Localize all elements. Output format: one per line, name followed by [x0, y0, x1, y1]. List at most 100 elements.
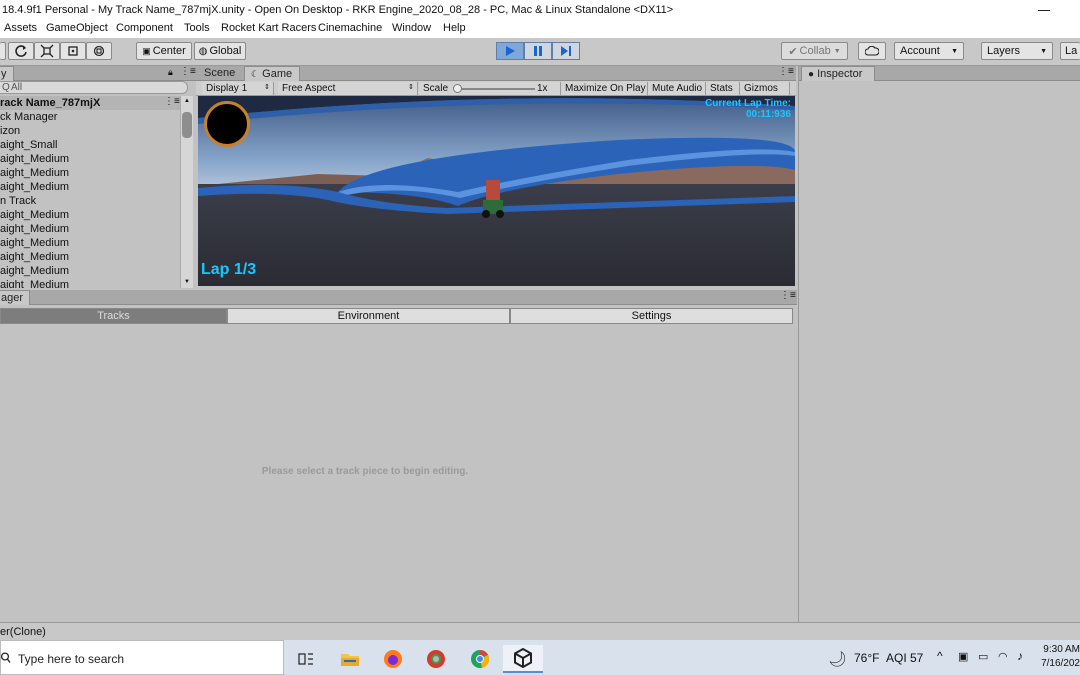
tab-environment[interactable]: Environment — [227, 308, 510, 324]
layout-dropdown[interactable]: La — [1060, 42, 1080, 60]
scale-slider[interactable]: Scale 1x — [419, 82, 561, 95]
menu-window[interactable]: Window — [392, 22, 431, 34]
clock-date: 7/16/202 — [1041, 658, 1080, 669]
tab-scene[interactable]: Scene — [198, 66, 241, 81]
unity-icon[interactable] — [503, 645, 543, 673]
list-item[interactable]: aight_Medium — [0, 167, 69, 179]
track-manager-tabstrip: ager ⋮≡ — [0, 290, 797, 305]
hierarchy-scene-root[interactable]: rack Name_787mjX ⋮≡ — [0, 96, 180, 110]
view-tabstrip: Scene ☾ Game ⋮≡ — [196, 66, 796, 81]
rotate-icon — [15, 45, 27, 57]
rotate-tool-button[interactable] — [8, 42, 34, 60]
tab-inspector[interactable]: ● Inspector — [801, 66, 875, 81]
list-item[interactable]: aight_Medium — [0, 209, 69, 221]
pivot-center-button[interactable]: ▣ Center — [136, 42, 192, 60]
track-manager-message: Please select a track piece to begin edi… — [261, 466, 469, 477]
speaker-icon[interactable]: ♪ — [1017, 649, 1023, 663]
chrome-dev-icon[interactable] — [416, 645, 456, 673]
game-controller-icon: ☾ — [251, 69, 260, 79]
hierarchy-scrollbar[interactable]: ▲ ▼ — [180, 96, 193, 288]
maximize-on-play-toggle[interactable]: Maximize On Play — [561, 82, 648, 95]
center-icon: ▣ — [142, 45, 151, 56]
slider-track — [455, 88, 535, 90]
aspect-dropdown[interactable]: Free Aspect ⇕ — [278, 82, 418, 95]
slider-thumb[interactable] — [453, 84, 462, 93]
minimize-button[interactable] — [1030, 0, 1060, 20]
aqi-value[interactable]: AQI 57 — [886, 651, 923, 665]
transform-icon — [93, 45, 105, 57]
clock-time: 9:30 AM — [1043, 644, 1080, 655]
list-item[interactable]: aight_Medium — [0, 181, 69, 193]
panel-menu-icon[interactable]: ⋮≡ — [778, 66, 794, 77]
chevron-up-icon[interactable]: ^ — [937, 649, 943, 663]
list-item[interactable]: ck Manager — [0, 111, 57, 123]
menu-component[interactable]: Component — [116, 22, 173, 34]
task-view-icon[interactable] — [286, 645, 326, 673]
transform-tool-button[interactable] — [86, 42, 112, 60]
stats-toggle[interactable]: Stats — [706, 82, 740, 95]
dropdown-arrows-icon: ⇕ — [264, 84, 270, 91]
list-item[interactable]: aight_Medium — [0, 265, 69, 277]
list-item[interactable]: aight_Medium — [0, 279, 69, 288]
status-bar: er(Clone) — [0, 622, 1080, 640]
menu-gameobject[interactable]: GameObject — [46, 22, 108, 34]
lock-icon[interactable]: 🔒︎ — [168, 67, 173, 78]
taskbar-search-input[interactable]: Type here to search — [0, 640, 284, 675]
battery-icon[interactable]: ▭ — [978, 650, 988, 663]
scrollbar-thumb[interactable] — [182, 112, 192, 138]
inspector-panel: ● Inspector — [798, 66, 1080, 622]
menu-rocket-kart-racers[interactable]: Rocket Kart Racers — [221, 22, 316, 34]
list-item[interactable]: aight_Medium — [0, 237, 69, 249]
rect-tool-button[interactable] — [60, 42, 86, 60]
menu-assets[interactable]: Assets — [4, 22, 37, 34]
weather-temp[interactable]: 76°F — [854, 651, 879, 665]
clock[interactable]: 9:30 AM 7/16/202 — [1038, 643, 1080, 671]
list-item[interactable]: aight_Small — [0, 139, 57, 151]
firefox-icon[interactable] — [373, 645, 413, 673]
pause-button[interactable] — [524, 42, 552, 60]
gizmos-dropdown[interactable]: Gizmos — [740, 82, 790, 95]
list-item[interactable]: izon — [0, 125, 20, 137]
wifi-icon[interactable]: ◠ — [998, 650, 1008, 663]
title-bar: 18.4.9f1 Personal - My Track Name_787mjX… — [0, 0, 1080, 20]
list-item[interactable]: aight_Medium — [0, 251, 69, 263]
list-item[interactable]: aight_Medium — [0, 153, 69, 165]
file-explorer-icon[interactable] — [330, 645, 370, 673]
rect-tool-icon — [68, 46, 78, 56]
toolbar: ▣ Center ◍ Global ✔ Collab ▼ Account ▼ Layers… — [0, 38, 1080, 66]
mute-audio-toggle[interactable]: Mute Audio — [648, 82, 706, 95]
meet-now-icon[interactable]: ▣ — [958, 650, 968, 663]
chrome-icon[interactable] — [460, 645, 500, 673]
global-local-button[interactable]: ◍ Global — [194, 42, 246, 60]
tab-game[interactable]: ☾ Game — [244, 66, 300, 81]
list-item[interactable]: n Track — [0, 195, 36, 207]
tab-hierarchy[interactable]: y — [0, 66, 14, 81]
chevron-down-icon[interactable]: ▼ — [184, 279, 190, 285]
search-icon — [1, 652, 11, 663]
panel-menu-icon[interactable]: ⋮≡ — [180, 66, 196, 77]
globe-icon: ◍ — [198, 45, 208, 57]
chevron-up-icon[interactable]: ▲ — [184, 98, 190, 104]
list-item[interactable]: aight_Medium — [0, 223, 69, 235]
panel-menu-icon[interactable]: ⋮≡ — [780, 290, 796, 301]
layers-dropdown[interactable]: Layers ▼ — [981, 42, 1053, 60]
tab-track-manager[interactable]: ager — [0, 290, 30, 305]
menu-tools[interactable]: Tools — [184, 22, 210, 34]
menu-help[interactable]: Help — [443, 22, 466, 34]
scale-tool-button[interactable] — [34, 42, 60, 60]
step-icon — [561, 46, 571, 56]
scene-menu-icon[interactable]: ⋮≡ — [164, 96, 180, 107]
display-dropdown[interactable]: Display 1 ⇕ — [202, 82, 274, 95]
hierarchy-search-input[interactable]: Q All — [0, 81, 188, 94]
collab-button[interactable]: ✔ Collab ▼ — [781, 42, 848, 60]
menu-cinemachine[interactable]: Cinemachine — [318, 22, 382, 34]
step-button[interactable] — [552, 42, 580, 60]
play-button[interactable] — [496, 42, 524, 60]
chevron-down-icon: ▼ — [951, 47, 958, 55]
game-viewport[interactable]: Current Lap Time: 00:11:936 Lap 1/3 — [198, 96, 795, 286]
account-dropdown[interactable]: Account ▼ — [894, 42, 964, 60]
cloud-button[interactable] — [858, 42, 886, 60]
tab-tracks[interactable]: Tracks — [0, 308, 227, 324]
tool-partial-button[interactable] — [0, 42, 6, 60]
tab-settings[interactable]: Settings — [510, 308, 793, 324]
